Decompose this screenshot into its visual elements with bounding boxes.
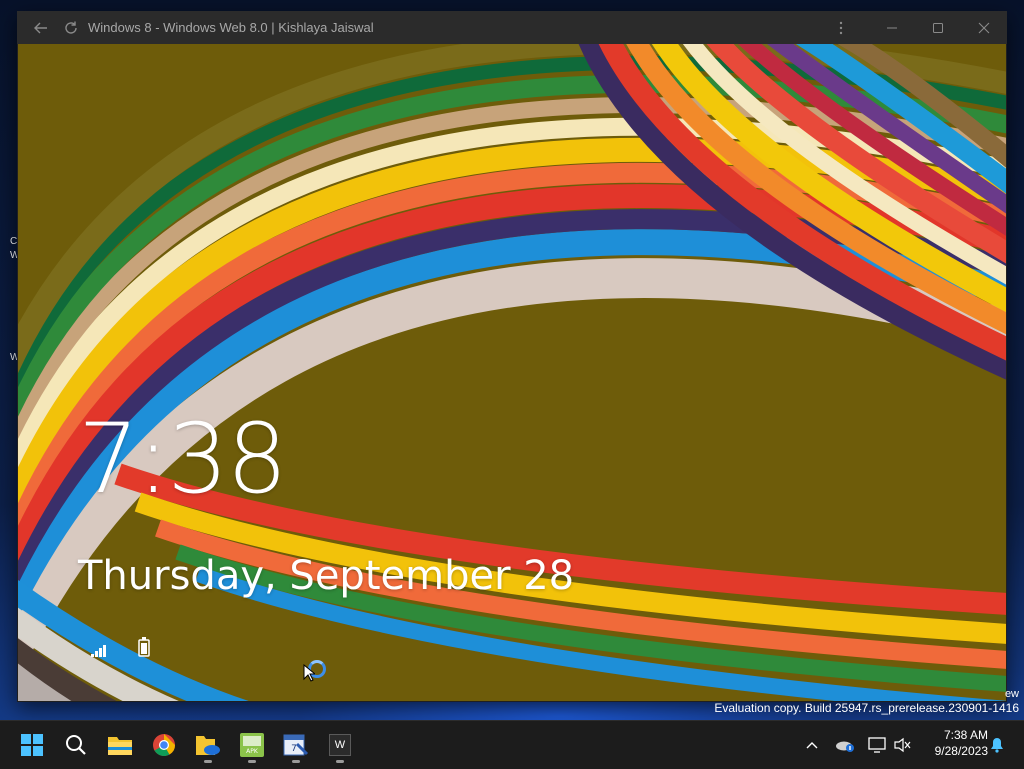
running-indicator (292, 760, 300, 763)
calendar-tool-icon[interactable]: 7 (276, 725, 316, 765)
display-icon[interactable] (866, 733, 888, 757)
tray-clock[interactable]: 7:38 AM 9/28/2023 (918, 727, 988, 759)
tray-date: 9/28/2023 (934, 744, 988, 758)
watermark-fragment: ew (1004, 688, 1019, 700)
w-app-icon[interactable]: W (320, 725, 360, 765)
onedrive-folder-icon[interactable] (188, 725, 228, 765)
svg-text:APK: APK (246, 748, 259, 755)
more-icon[interactable] (827, 11, 855, 44)
minimize-icon[interactable] (869, 11, 915, 44)
maximize-icon[interactable] (915, 11, 961, 44)
app-window: Windows 8 - Windows Web 8.0 | Kishlaya J… (17, 11, 1007, 702)
evaluation-watermark: Evaluation copy. Build 25947.rs_prerelea… (714, 701, 1019, 715)
refresh-icon[interactable] (57, 11, 85, 44)
chevron-up-icon[interactable] (804, 733, 820, 757)
svg-text:7: 7 (291, 744, 297, 754)
close-icon[interactable] (961, 11, 1007, 44)
apk-icon[interactable]: APK (232, 725, 272, 765)
battery-icon (138, 637, 150, 661)
running-indicator (248, 760, 256, 763)
taskbar: APK 7 W 7:38 AM 9/28/2023 (0, 720, 1024, 769)
search-icon[interactable] (56, 725, 96, 765)
lock-screen-date: Thursday, September 28 (78, 553, 575, 599)
volume-muted-icon[interactable] (892, 733, 914, 757)
tray-time: 7:38 AM (943, 728, 988, 742)
running-indicator (336, 760, 344, 763)
back-arrow-icon[interactable] (27, 11, 55, 44)
chrome-icon[interactable] (144, 725, 184, 765)
mouse-cursor-icon (303, 663, 317, 686)
onedrive-status-icon[interactable] (834, 733, 856, 757)
notification-bell-icon[interactable] (988, 733, 1006, 757)
network-signal-icon (91, 642, 107, 661)
lock-screen-wallpaper (18, 44, 1006, 701)
lock-screen[interactable]: 7:38 Thursday, September 28 (18, 44, 1006, 701)
file-explorer-icon[interactable] (100, 725, 140, 765)
window-title: Windows 8 - Windows Web 8.0 | Kishlaya J… (88, 20, 374, 35)
title-bar[interactable]: Windows 8 - Windows Web 8.0 | Kishlaya J… (17, 11, 1007, 44)
w-app-label: W (329, 734, 351, 756)
lock-screen-time: 7:38 (78, 403, 288, 515)
windows-start-icon[interactable] (12, 725, 52, 765)
running-indicator (204, 760, 212, 763)
